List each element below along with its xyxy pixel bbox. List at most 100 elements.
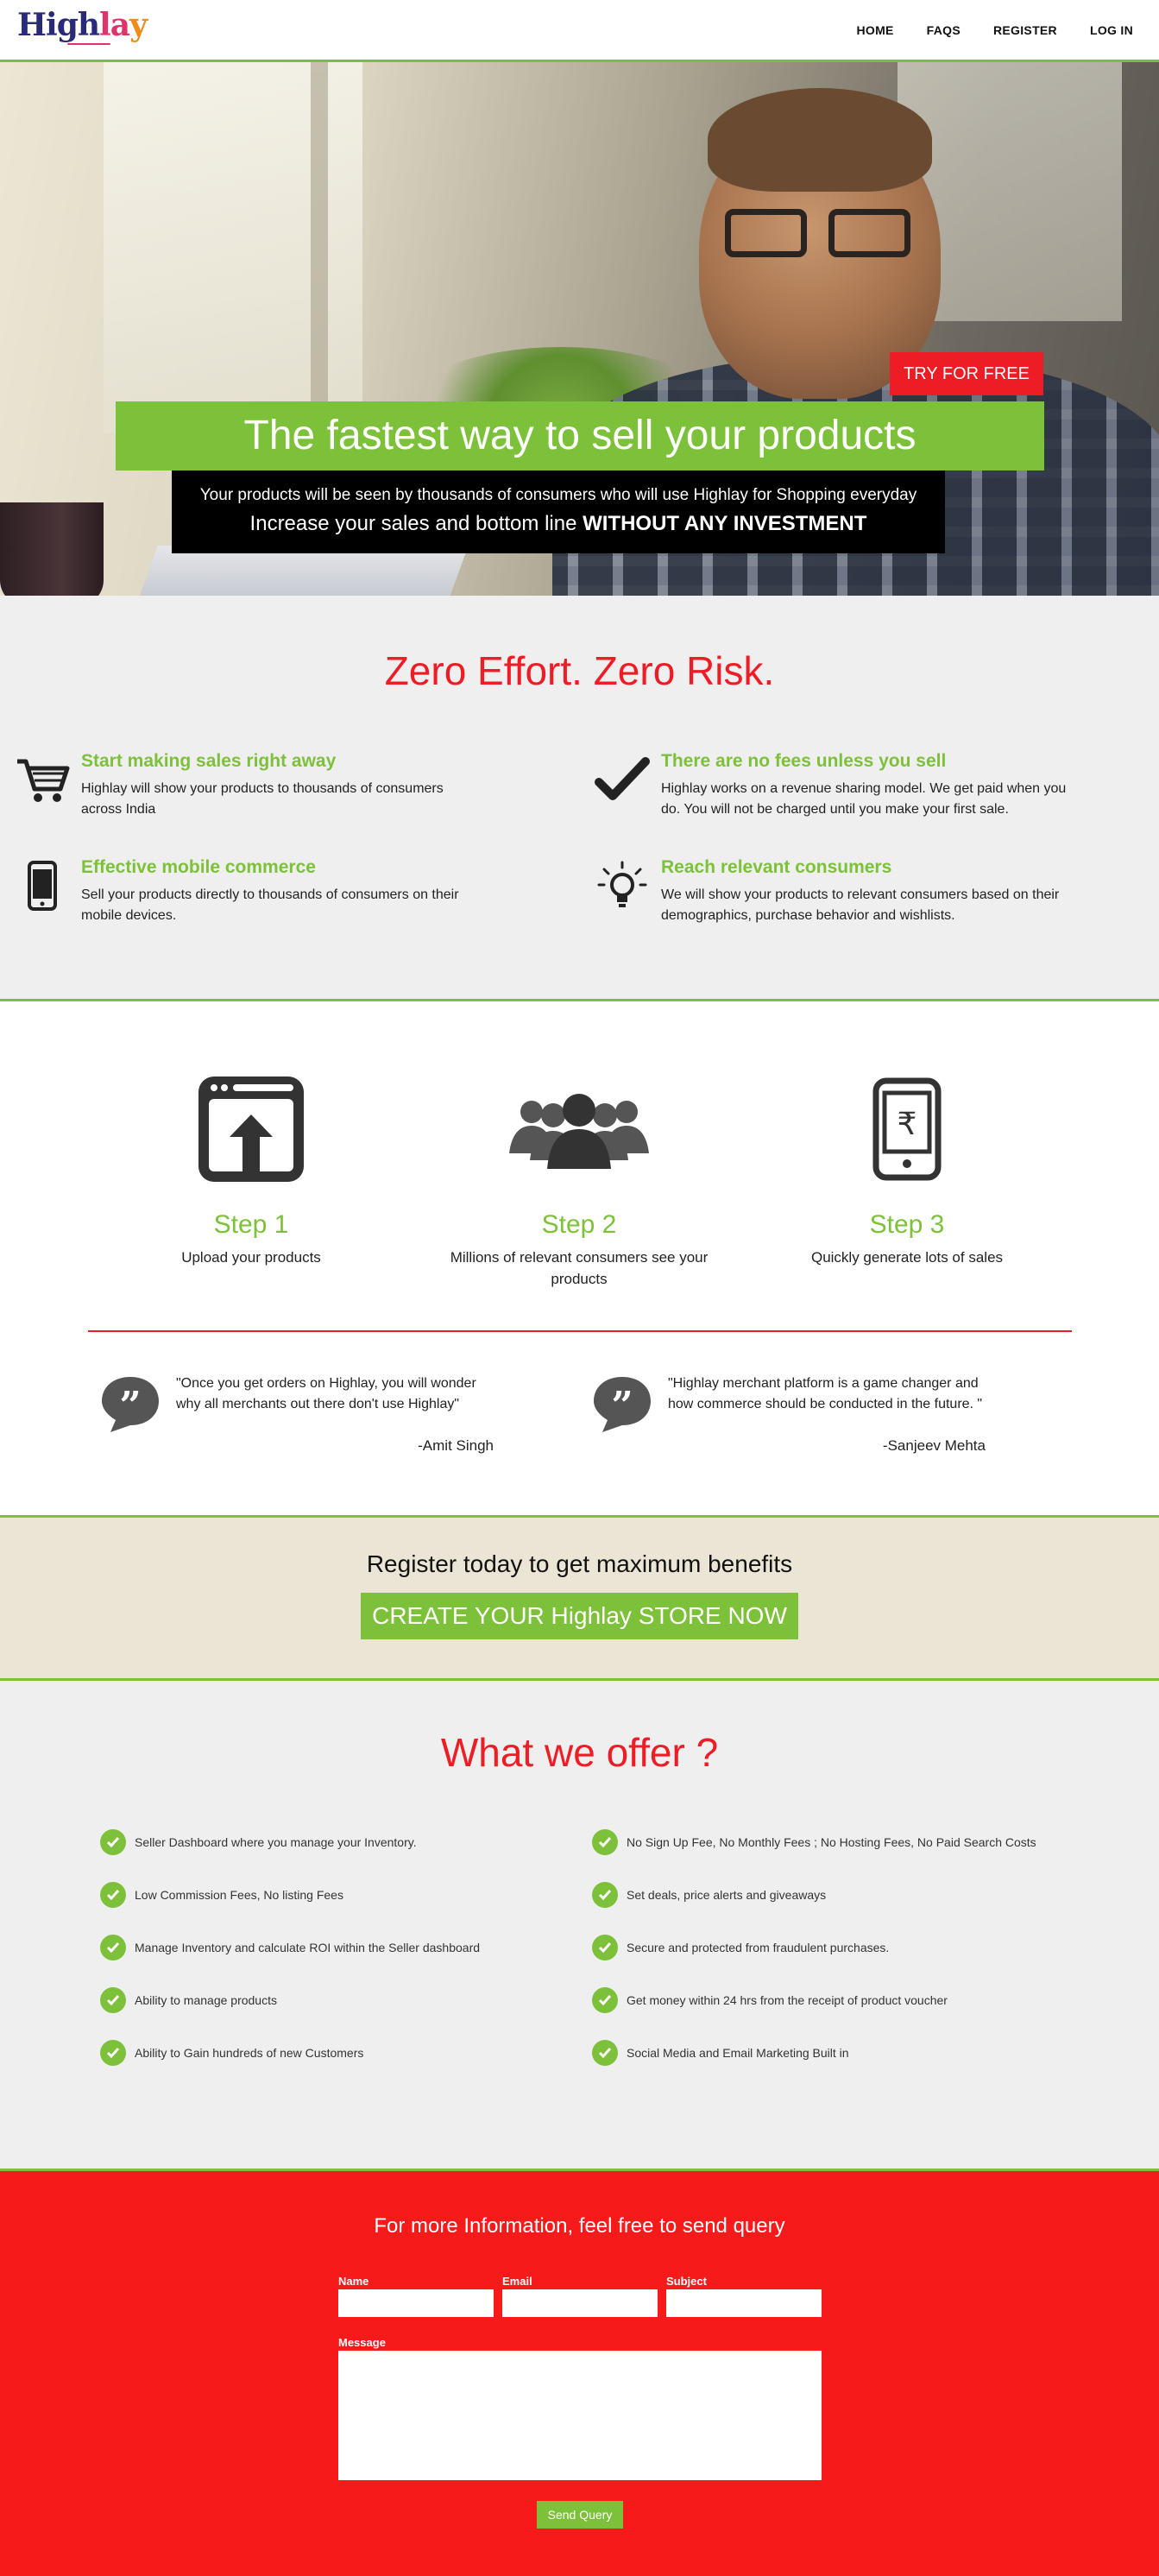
- section-divider: [88, 1330, 1072, 1332]
- people-icon: [509, 1094, 649, 1169]
- step-text: Millions of relevant consumers see your …: [450, 1249, 709, 1287]
- step-1: Step 1 Upload your products: [113, 1069, 389, 1268]
- feature-text: We will show your products to relevant c…: [661, 887, 1060, 923]
- rupee-phone-icon: ₹: [872, 1077, 942, 1181]
- offer-item: Ability to manage products: [100, 1986, 277, 2014]
- what-we-offer-section: What we offer ? Seller Dashboard where y…: [0, 1681, 1159, 2171]
- offer-item-text: Social Media and Email Marketing Built i…: [627, 2046, 849, 2060]
- zero-effort-section: Zero Effort. Zero Risk. Start making sal…: [0, 596, 1159, 1001]
- logo-text-y: y: [129, 7, 148, 43]
- lightbulb-icon: [597, 861, 647, 907]
- offer-item-text: Manage Inventory and calculate ROI withi…: [135, 1941, 481, 1954]
- logo-text-high: High: [17, 7, 100, 43]
- feature-text: Highlay works on a revenue sharing model…: [661, 781, 1067, 817]
- check-circle-icon: [100, 2040, 126, 2066]
- hero-headline: The fastest way to sell your products: [116, 401, 1044, 470]
- check-circle-icon: [592, 1829, 618, 1855]
- message-label: Message: [338, 2336, 386, 2349]
- offer-item: No Sign Up Fee, No Monthly Fees ; No Hos…: [592, 1828, 1036, 1856]
- subject-field[interactable]: [666, 2289, 822, 2317]
- svg-text:₹: ₹: [898, 1107, 917, 1142]
- testimonial-text: "Highlay merchant platform is a game cha…: [668, 1376, 983, 1411]
- check-circle-icon: [100, 1935, 126, 1960]
- offer-item: Ability to Gain hundreds of new Customer…: [100, 2039, 363, 2067]
- check-circle-icon: [100, 1829, 126, 1855]
- create-store-button[interactable]: CREATE YOUR Highlay STORE NOW: [361, 1593, 798, 1639]
- main-menu: HOME FAQS REGISTER LOG IN: [856, 23, 1133, 37]
- check-circle-icon: [100, 1987, 126, 2013]
- step-title: Step 2: [541, 1210, 617, 1239]
- register-band: Register today to get maximum benefits C…: [0, 1515, 1159, 1681]
- message-field[interactable]: [338, 2351, 822, 2480]
- mobile-icon: [28, 861, 57, 911]
- nav-register-link[interactable]: REGISTER: [993, 23, 1057, 37]
- offer-item-text: Ability to Gain hundreds of new Customer…: [135, 2046, 364, 2060]
- feature-title: Start making sales right away: [81, 751, 337, 771]
- offer-item-text: Secure and protected from fraudulent pur…: [627, 1941, 890, 1954]
- offer-item-text: No Sign Up Fee, No Monthly Fees ; No Hos…: [627, 1835, 1036, 1849]
- top-navbar: Highlay HOME FAQS REGISTER LOG IN: [0, 0, 1159, 62]
- nav-home-link[interactable]: HOME: [856, 23, 893, 37]
- hero-subtitle-bold: WITHOUT ANY INVESTMENT: [583, 512, 867, 535]
- svg-text:”: ”: [119, 1384, 141, 1428]
- upload-icon: [198, 1076, 304, 1182]
- offer-item-text: Set deals, price alerts and giveaways: [627, 1888, 827, 1902]
- hero-subtitle-prefix: Increase your sales and bottom line: [249, 512, 583, 535]
- checkmark-icon: [595, 757, 650, 800]
- hero-subtitle-line2: Increase your sales and bottom line WITH…: [172, 505, 945, 536]
- testimonial-author: -Amit Singh: [418, 1437, 494, 1454]
- feature-title: Reach relevant consumers: [661, 857, 892, 877]
- offer-item-text: Seller Dashboard where you manage your I…: [135, 1835, 417, 1849]
- contact-title: For more Information, feel free to send …: [374, 2214, 785, 2238]
- check-circle-icon: [592, 1935, 618, 1960]
- step-3: ₹ Step 3 Quickly generate lots of sales: [769, 1069, 1045, 1268]
- hero-subtitle-line1: Your products will be seen by thousands …: [199, 486, 917, 504]
- contact-section: For more Information, feel free to send …: [0, 2171, 1159, 2576]
- check-circle-icon: [100, 1882, 126, 1908]
- subject-label: Subject: [666, 2275, 707, 2288]
- hero-mug: [0, 502, 104, 596]
- steps-section: Step 1 Upload your products Step 2 Milli…: [0, 1004, 1159, 1515]
- offer-item-text: Low Commission Fees, No listing Fees: [135, 1888, 343, 1902]
- feature-title: Effective mobile commerce: [81, 857, 316, 877]
- cart-icon: [17, 759, 70, 802]
- check-circle-icon: [592, 2040, 618, 2066]
- step-text: Upload your products: [181, 1249, 321, 1266]
- quote-icon: ”: [102, 1377, 159, 1432]
- svg-text:”: ”: [611, 1384, 633, 1428]
- offer-item: Get money within 24 hrs from the receipt…: [592, 1986, 948, 2014]
- email-label: Email: [502, 2275, 532, 2288]
- logo-text-la: la: [99, 7, 130, 43]
- offer-item: Seller Dashboard where you manage your I…: [100, 1828, 417, 1856]
- try-for-free-button[interactable]: TRY FOR FREE: [890, 352, 1043, 395]
- nav-faqs-link[interactable]: FAQS: [927, 23, 961, 37]
- feature-text: Sell your products directly to thousands…: [81, 887, 459, 923]
- step-text: Quickly generate lots of sales: [810, 1249, 1004, 1266]
- hero-person-glasses: [725, 209, 932, 261]
- name-field[interactable]: [338, 2289, 494, 2317]
- offer-item: Set deals, price alerts and giveaways: [592, 1881, 826, 1909]
- email-field[interactable]: [502, 2289, 658, 2317]
- zero-effort-title: Zero Effort. Zero Risk.: [384, 648, 775, 693]
- offer-item: Manage Inventory and calculate ROI withi…: [100, 1934, 480, 1961]
- step-title: Step 1: [213, 1210, 289, 1239]
- hero-subtitle-box: Your products will be seen by thousands …: [172, 470, 945, 553]
- nav-login-link[interactable]: LOG IN: [1090, 23, 1133, 37]
- offer-item: Low Commission Fees, No listing Fees: [100, 1881, 343, 1909]
- logo-swoosh: [67, 43, 110, 45]
- check-circle-icon: [592, 1882, 618, 1908]
- name-label: Name: [338, 2275, 369, 2288]
- hero-person-hair: [708, 88, 932, 192]
- offer-item-text: Get money within 24 hrs from the receipt…: [627, 1993, 948, 2007]
- testimonial-author: -Sanjeev Mehta: [882, 1437, 986, 1454]
- feature-text: Highlay will show your products to thous…: [81, 781, 444, 817]
- step-2: Step 2 Millions of relevant consumers se…: [441, 1069, 717, 1290]
- offer-item: Social Media and Email Marketing Built i…: [592, 2039, 849, 2067]
- feature-title: There are no fees unless you sell: [661, 751, 947, 771]
- check-circle-icon: [592, 1987, 618, 2013]
- highlay-logo[interactable]: Highlay: [17, 7, 148, 43]
- offer-title: What we offer ?: [440, 1730, 719, 1775]
- hero-bg-frame: [311, 62, 328, 459]
- send-query-button[interactable]: Send Query: [537, 2501, 623, 2529]
- testimonial-text: "Once you get orders on Highlay, you wil…: [176, 1376, 476, 1411]
